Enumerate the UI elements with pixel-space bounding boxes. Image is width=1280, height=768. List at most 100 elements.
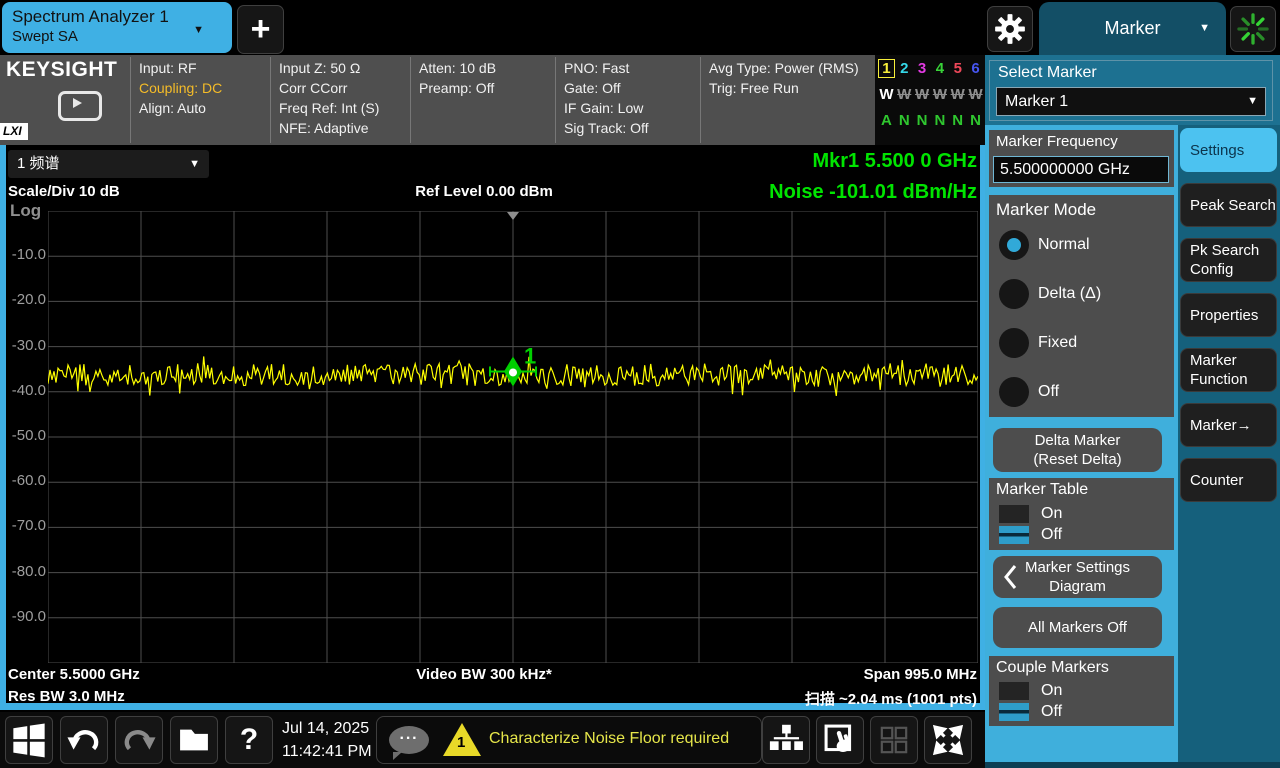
marker-table-off-option[interactable]: Off bbox=[999, 525, 1062, 545]
messages-bubble-icon: ··· bbox=[389, 726, 429, 754]
detector-letter: A bbox=[878, 112, 895, 129]
res-bw-annotation[interactable]: Res BW 3.0 MHz bbox=[8, 688, 125, 705]
ref-level-annotation[interactable]: Ref Level 0.00 dBm bbox=[284, 183, 684, 200]
toggle-label: On bbox=[1041, 505, 1062, 523]
tab-settings[interactable]: Settings bbox=[1180, 128, 1277, 172]
center-freq-annotation[interactable]: Center 5.5000 GHz bbox=[8, 666, 140, 683]
marker-mode-delta-radio[interactable]: Delta (Δ) bbox=[999, 278, 1101, 310]
brand-cell: KEYSIGHT LXI bbox=[0, 55, 130, 145]
radio-label: Fixed bbox=[1038, 334, 1077, 352]
busy-indicator bbox=[1230, 6, 1276, 52]
system-settings-button[interactable] bbox=[987, 6, 1033, 52]
y-axis-label: -30.0 bbox=[6, 337, 46, 354]
datetime-display[interactable]: Jul 14, 2025 11:42:41 PM bbox=[282, 717, 372, 763]
taskbar: ? Jul 14, 2025 11:42:41 PM ··· 1 Charact… bbox=[0, 712, 985, 768]
lxi-badge: LXI bbox=[0, 123, 28, 140]
all-markers-off-button[interactable]: All Markers Off bbox=[993, 607, 1162, 648]
windows-start-button[interactable] bbox=[5, 716, 53, 764]
spectrum-window: 1 频谱 ▼ Scale/Div 10 dB Ref Level 0.00 dB… bbox=[0, 145, 985, 710]
y-axis-label: -90.0 bbox=[6, 608, 46, 625]
tab-label: Properties bbox=[1190, 306, 1258, 325]
trace-selector-dropdown[interactable]: 1 频谱 ▼ bbox=[8, 150, 209, 178]
marker-table-on-option[interactable]: On bbox=[999, 504, 1062, 524]
tab-counter[interactable]: Counter bbox=[1180, 458, 1277, 502]
tab-peak-search[interactable]: Peak Search bbox=[1180, 183, 1277, 227]
tab-label: Marker Function bbox=[1190, 351, 1276, 389]
marker-readout[interactable]: Mkr1 5.500 0 GHz Noise -101.01 dBm/Hz bbox=[769, 146, 977, 208]
spectrum-plot-area[interactable]: 1 bbox=[48, 211, 978, 663]
help-button[interactable]: ? bbox=[225, 716, 273, 764]
undo-button[interactable] bbox=[60, 716, 108, 764]
delta-marker-reset-button[interactable]: Delta Marker (Reset Delta) bbox=[993, 428, 1162, 472]
trace-mode-letter: W bbox=[896, 86, 913, 103]
scale-div-annotation[interactable]: Scale/Div 10 dB bbox=[8, 183, 120, 200]
tab-marker-function[interactable]: Marker Function bbox=[1180, 348, 1277, 392]
trace-mode-letter: W bbox=[914, 86, 931, 103]
sweep-annotation[interactable]: 扫描 ~2.04 ms (1001 pts) bbox=[805, 688, 977, 709]
fullscreen-button[interactable] bbox=[924, 716, 972, 764]
chevron-down-icon: ▼ bbox=[1199, 22, 1210, 34]
select-marker-dropdown[interactable]: Marker 1 ▼ bbox=[996, 87, 1266, 116]
tab-label: Counter bbox=[1190, 471, 1243, 490]
marker-settings-diagram-button[interactable]: Marker Settings Diagram bbox=[993, 556, 1162, 598]
svg-text:1: 1 bbox=[524, 343, 536, 368]
setting-readout: PNO: Fast bbox=[564, 58, 700, 78]
tab-label: Settings bbox=[1190, 141, 1244, 160]
setting-readout: Avg Type: Power (RMS) bbox=[709, 58, 875, 78]
marker-table-group: Marker Table On Off bbox=[989, 478, 1174, 550]
radio-icon bbox=[999, 328, 1029, 358]
keysight-logo: KEYSIGHT bbox=[6, 58, 117, 82]
couple-markers-label: Couple Markers bbox=[989, 656, 1174, 677]
menu-title: Marker bbox=[1104, 18, 1160, 39]
block-diagram-button[interactable] bbox=[762, 716, 810, 764]
detector-letter: N bbox=[949, 112, 966, 129]
add-measurement-button[interactable]: + bbox=[237, 5, 284, 54]
detector-letter: N bbox=[967, 112, 984, 129]
screen-cast-icon[interactable] bbox=[58, 91, 102, 121]
marker-trace-status-grid[interactable]: 123456WWWWWWANNNNN bbox=[875, 55, 985, 145]
couple-markers-on-option[interactable]: On bbox=[999, 681, 1062, 701]
marker-frequency-group: Marker Frequency 5.500000000 GHz bbox=[989, 130, 1174, 187]
chevron-left-icon bbox=[1003, 564, 1017, 590]
tab-marker-to[interactable]: Marker→ bbox=[1180, 403, 1277, 447]
toggle-indicator-icon bbox=[999, 526, 1029, 544]
ellipsis: ··· bbox=[400, 730, 419, 747]
marker-mode-normal-radio[interactable]: Normal bbox=[999, 229, 1090, 261]
window-layout-button[interactable] bbox=[870, 716, 918, 764]
trace-mode-letter: W bbox=[949, 86, 966, 103]
video-bw-annotation[interactable]: Video BW 300 kHz* bbox=[284, 666, 684, 683]
undo-icon bbox=[64, 720, 104, 760]
settings-column-pno[interactable]: PNO: FastGate: OffIF Gain: LowSig Track:… bbox=[555, 57, 700, 143]
span-annotation[interactable]: Span 995.0 MHz bbox=[864, 666, 977, 683]
time-text: 11:42:41 PM bbox=[282, 740, 372, 763]
marker-mode-fixed-radio[interactable]: Fixed bbox=[999, 327, 1077, 359]
setting-readout: Trig: Free Run bbox=[709, 78, 875, 98]
radio-label: Normal bbox=[1038, 236, 1090, 254]
menu-title-tab[interactable]: Marker ▼ bbox=[1039, 2, 1226, 55]
radio-icon bbox=[999, 279, 1029, 309]
redo-button[interactable] bbox=[115, 716, 163, 764]
button-label: All Markers Off bbox=[1028, 618, 1127, 637]
window-select-button[interactable] bbox=[816, 716, 864, 764]
marker-frequency-field[interactable]: 5.500000000 GHz bbox=[993, 156, 1169, 183]
chevron-down-icon: ▼ bbox=[193, 24, 204, 36]
marker-mode-off-radio[interactable]: Off bbox=[999, 376, 1059, 408]
setting-readout: Freq Ref: Int (S) bbox=[279, 98, 410, 118]
radio-icon bbox=[999, 377, 1029, 407]
instrument-mode-tab[interactable]: Spectrum Analyzer 1 Swept SA ▼ bbox=[2, 2, 232, 53]
settings-column-impedance[interactable]: Input Z: 50 ΩCorr CCorrFreq Ref: Int (S)… bbox=[270, 57, 410, 143]
spectrum-grid: 1 bbox=[48, 211, 978, 663]
question-mark-icon: ? bbox=[240, 723, 258, 757]
y-axis-label: -20.0 bbox=[6, 291, 46, 308]
marker-number-3: 3 bbox=[914, 60, 931, 77]
system-alert-area[interactable]: ··· 1 Characterize Noise Floor required bbox=[376, 716, 762, 764]
tab-properties[interactable]: Properties bbox=[1180, 293, 1277, 337]
measurement-name: Swept SA bbox=[12, 27, 222, 46]
settings-column-input[interactable]: Input: RFCoupling: DCAlign: Auto bbox=[130, 57, 270, 143]
tab-pk-search-config[interactable]: Pk Search Config bbox=[1180, 238, 1277, 282]
settings-column-atten[interactable]: Atten: 10 dBPreamp: Off bbox=[410, 57, 555, 143]
settings-column-avg[interactable]: Avg Type: Power (RMS)Trig: Free Run bbox=[700, 57, 875, 143]
couple-markers-off-option[interactable]: Off bbox=[999, 702, 1062, 722]
window-select-icon bbox=[820, 720, 860, 760]
file-manager-button[interactable] bbox=[170, 716, 218, 764]
